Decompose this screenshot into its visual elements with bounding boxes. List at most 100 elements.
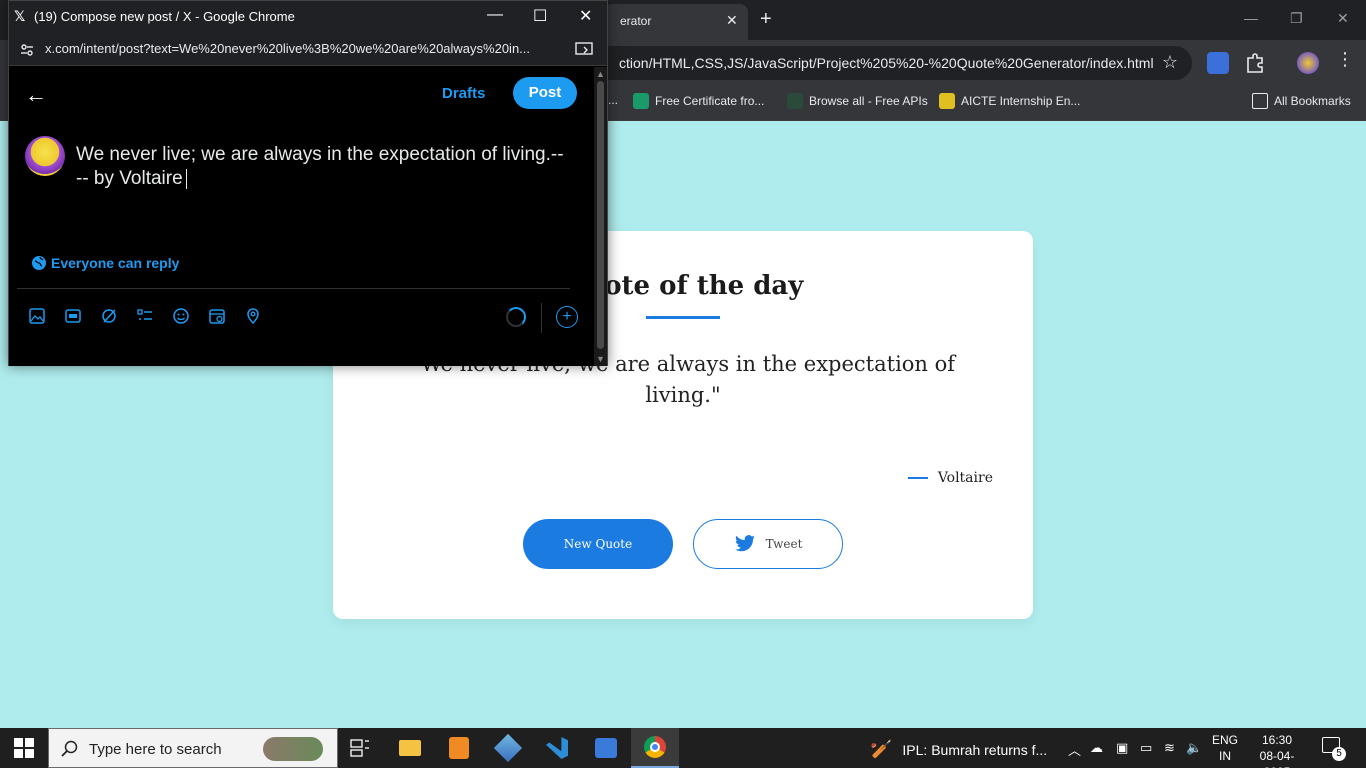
bookmark-item[interactable]: Browse all - Free APIs bbox=[787, 93, 928, 109]
popup-url-bar[interactable]: x.com/intent/post?text=We%20never%20live… bbox=[9, 33, 607, 66]
menu-kebab-icon[interactable]: ⋮ bbox=[1336, 49, 1358, 71]
virtualbox-icon bbox=[493, 733, 523, 763]
clock-time: 16:30 bbox=[1261, 733, 1293, 747]
windows-taskbar: Type here to search 🏏 IPL: Bumrah return… bbox=[0, 728, 1366, 768]
language-indicator[interactable]: ENG IN bbox=[1209, 732, 1241, 764]
new-quote-button[interactable]: New Quote bbox=[523, 519, 673, 569]
back-arrow-icon[interactable]: ← bbox=[25, 82, 47, 108]
location-pin-icon[interactable] bbox=[245, 308, 261, 324]
emoji-icon[interactable] bbox=[173, 308, 189, 324]
character-count-progress bbox=[506, 307, 526, 327]
browser-tab[interactable]: erator ✕ bbox=[604, 4, 748, 40]
notification-count-badge: 5 bbox=[1332, 747, 1346, 761]
gif-icon[interactable] bbox=[65, 308, 81, 324]
task-view-button[interactable] bbox=[336, 728, 384, 768]
media-player-icon bbox=[595, 738, 617, 758]
popup-close-icon[interactable]: ✕ bbox=[579, 6, 592, 26]
tray-chevron-icon[interactable]: ︿ bbox=[1068, 740, 1081, 759]
onedrive-cloud-icon[interactable]: ☁ bbox=[1090, 740, 1103, 756]
folder-icon bbox=[1252, 93, 1268, 109]
profile-avatar-icon[interactable] bbox=[1297, 52, 1319, 74]
task-view-icon bbox=[350, 739, 369, 757]
toolbar-vertical-divider bbox=[541, 303, 542, 333]
popup-titlebar: 𝕏 (19) Compose new post / X - Google Chr… bbox=[9, 1, 607, 33]
bookmark-item[interactable]: Free Certificate fro... bbox=[633, 93, 764, 109]
post-text-input[interactable]: We never live; we are always in the expe… bbox=[76, 143, 566, 191]
extensions-puzzle-icon[interactable] bbox=[1244, 52, 1266, 74]
search-icon bbox=[61, 740, 78, 757]
free-apis-icon bbox=[787, 93, 803, 109]
minimize-icon[interactable]: — bbox=[1244, 10, 1258, 26]
wifi-icon[interactable]: ≋ bbox=[1164, 740, 1175, 756]
scrollbar-thumb[interactable] bbox=[597, 81, 604, 349]
chrome-button[interactable] bbox=[631, 728, 679, 768]
vscode-button[interactable] bbox=[533, 728, 581, 768]
title-underline bbox=[646, 316, 720, 319]
popup-window-title: (19) Compose new post / X - Google Chrom… bbox=[34, 9, 295, 24]
add-post-button[interactable]: + bbox=[556, 306, 578, 328]
close-window-icon[interactable]: ✕ bbox=[1337, 10, 1349, 27]
tweet-label: Tweet bbox=[765, 537, 803, 551]
bookmark-star-icon[interactable]: ☆ bbox=[1162, 52, 1178, 73]
popup-minimize-icon[interactable]: — bbox=[487, 6, 503, 24]
popup-url: x.com/intent/post?text=We%20never%20live… bbox=[45, 41, 531, 56]
media-player-button[interactable] bbox=[582, 728, 630, 768]
file-explorer-button[interactable] bbox=[386, 728, 434, 768]
twitter-bird-icon bbox=[734, 535, 755, 552]
all-bookmarks-button[interactable]: All Bookmarks bbox=[1252, 93, 1351, 109]
grok-icon[interactable] bbox=[101, 308, 117, 324]
battery-icon[interactable]: ▭ bbox=[1140, 740, 1152, 756]
quote-author: Voltaire bbox=[907, 470, 993, 486]
tab-title: erator bbox=[620, 14, 652, 28]
compose-popup-window: 𝕏 (19) Compose new post / X - Google Chr… bbox=[8, 0, 608, 366]
open-in-window-icon[interactable] bbox=[575, 41, 593, 57]
site-settings-icon[interactable] bbox=[19, 42, 35, 58]
taskbar-clock[interactable]: 16:30 08-04-2025 bbox=[1252, 732, 1302, 768]
drafts-button[interactable]: Drafts bbox=[442, 85, 485, 102]
news-widget[interactable]: 🏏 IPL: Bumrah returns f... bbox=[870, 739, 1047, 760]
tweet-button[interactable]: Tweet bbox=[693, 519, 843, 569]
virtualbox-button[interactable] bbox=[484, 728, 532, 768]
address-bar[interactable]: ction/HTML,CSS,JS/JavaScript/Project%205… bbox=[595, 46, 1192, 80]
volume-icon[interactable]: 🔈 bbox=[1186, 740, 1202, 756]
user-avatar bbox=[25, 136, 65, 176]
meet-now-icon[interactable]: ▣ bbox=[1116, 740, 1128, 756]
search-placeholder: Type here to search bbox=[89, 741, 222, 758]
new-tab-button[interactable]: + bbox=[760, 9, 772, 29]
folder-icon bbox=[399, 740, 421, 756]
lang-code: ENG bbox=[1211, 733, 1238, 747]
popup-scrollbar[interactable]: ▲ ▼ bbox=[594, 67, 607, 366]
author-name: Voltaire bbox=[937, 470, 993, 486]
post-text-content: We never live; we are always in the expe… bbox=[76, 144, 564, 189]
bookmark-item[interactable]: ... bbox=[608, 93, 618, 107]
chrome-icon bbox=[644, 736, 666, 758]
scroll-up-arrow-icon[interactable]: ▲ bbox=[596, 69, 605, 79]
post-button[interactable]: Post bbox=[513, 77, 577, 109]
poll-icon[interactable] bbox=[137, 308, 153, 324]
media-image-icon[interactable] bbox=[29, 308, 45, 324]
author-dash bbox=[907, 477, 928, 479]
compose-toolbar bbox=[29, 308, 261, 324]
scroll-down-arrow-icon[interactable]: ▼ bbox=[596, 354, 605, 364]
search-highlight-image bbox=[263, 737, 323, 761]
reply-setting-label: Everyone can reply bbox=[51, 255, 180, 271]
close-tab-icon[interactable]: ✕ bbox=[726, 12, 738, 29]
bookmark-item[interactable]: AICTE Internship En... bbox=[939, 93, 1080, 109]
reply-setting-button[interactable]: Everyone can reply bbox=[31, 255, 179, 271]
translate-extension-icon[interactable] bbox=[1207, 52, 1229, 74]
x-logo-icon: 𝕏 bbox=[14, 8, 26, 24]
popup-maximize-icon[interactable]: ☐ bbox=[533, 6, 547, 26]
address-bar-url: ction/HTML,CSS,JS/JavaScript/Project%205… bbox=[619, 55, 1154, 71]
graduation-cap-icon bbox=[633, 93, 649, 109]
windows-start-icon[interactable] bbox=[14, 738, 34, 758]
text-caret bbox=[185, 168, 187, 189]
taskbar-search-box[interactable]: Type here to search bbox=[48, 728, 338, 768]
schedule-icon[interactable] bbox=[209, 308, 225, 324]
region-code: IN bbox=[1219, 749, 1231, 763]
compose-body: ← Drafts Post We never live; we are alwa… bbox=[9, 67, 594, 366]
restore-icon[interactable]: ❐ bbox=[1290, 10, 1303, 27]
notification-center-button[interactable]: 5 bbox=[1322, 737, 1346, 761]
aicte-icon bbox=[939, 93, 955, 109]
cricket-icon: 🏏 bbox=[870, 739, 893, 759]
sublime-text-button[interactable] bbox=[435, 728, 483, 768]
